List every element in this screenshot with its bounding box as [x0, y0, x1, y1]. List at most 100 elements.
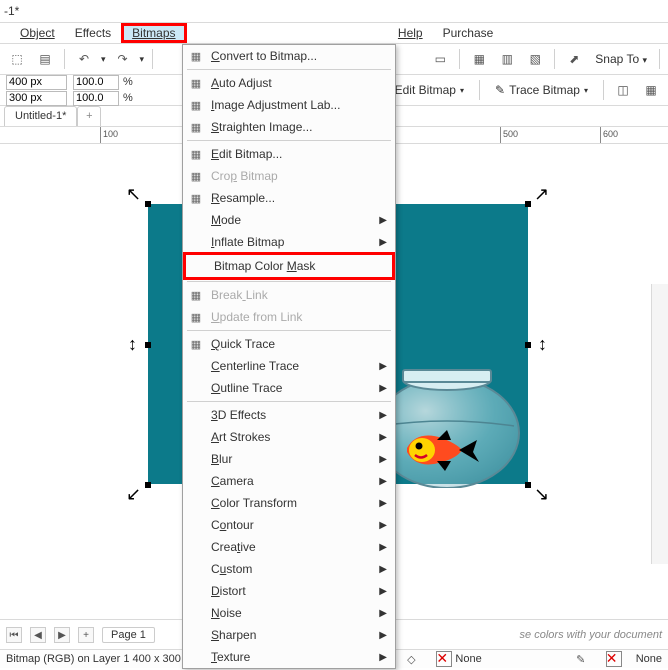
selection-handle[interactable]: [145, 342, 151, 348]
menu-item-icon: [190, 258, 208, 274]
page-add-icon[interactable]: +: [78, 627, 94, 643]
page-tab[interactable]: Page 1: [102, 627, 155, 643]
menu-item-auto-adjust[interactable]: ▦Auto Adjust: [183, 72, 395, 94]
menu-item-label: Quick Trace: [211, 337, 275, 351]
submenu-arrow-icon: ▶: [379, 432, 387, 443]
menu-item-distort[interactable]: Distort▶: [183, 580, 395, 602]
menu-item-image-adjustment-lab[interactable]: ▦Image Adjustment Lab...: [183, 94, 395, 116]
resample-icon[interactable]: ▦: [640, 79, 662, 101]
menu-item-bitmap-color-mask[interactable]: Bitmap Color Mask: [183, 252, 395, 280]
title-bar: -1*: [0, 0, 668, 23]
menu-item-3d-effects[interactable]: 3D Effects▶: [183, 404, 395, 426]
separator: [459, 49, 460, 69]
menu-item-sharpen[interactable]: Sharpen▶: [183, 624, 395, 646]
menu-item-quick-trace[interactable]: ▦Quick Trace: [183, 333, 395, 355]
menu-item-icon: [187, 605, 205, 621]
submenu-arrow-icon: ▶: [379, 454, 387, 465]
snap-to-dropdown[interactable]: Snap To ▾: [591, 52, 651, 66]
submenu-arrow-icon: ▶: [379, 652, 387, 663]
scale-arrow[interactable]: ↖: [126, 184, 141, 205]
trace-bitmap-button[interactable]: ✎ Trace Bitmap ▾: [488, 80, 595, 100]
menu-separator: [187, 69, 391, 70]
scale-arrow[interactable]: ↙: [126, 484, 141, 505]
submenu-arrow-icon: ▶: [379, 520, 387, 531]
menu-item-creative[interactable]: Creative▶: [183, 536, 395, 558]
guides-icon[interactable]: ▥: [496, 48, 518, 70]
menu-item-art-strokes[interactable]: Art Strokes▶: [183, 426, 395, 448]
redo-icon[interactable]: ↷: [112, 48, 134, 70]
menu-item-edit-bitmap[interactable]: ▦Edit Bitmap...: [183, 143, 395, 165]
menu-item-contour[interactable]: Contour▶: [183, 514, 395, 536]
menu-separator: [187, 281, 391, 282]
menu-item-label: Image Adjustment Lab...: [211, 98, 340, 112]
menu-item-straighten-image[interactable]: ▦Straighten Image...: [183, 116, 395, 138]
menu-item-convert-to-bitmap[interactable]: ▦Convert to Bitmap...: [183, 45, 395, 67]
menu-effects[interactable]: Effects: [65, 23, 121, 43]
submenu-arrow-icon: ▶: [379, 630, 387, 641]
scale-arrow[interactable]: ↘: [534, 484, 549, 505]
export-icon[interactable]: ▤: [34, 48, 56, 70]
selection-handle[interactable]: [525, 201, 531, 207]
menu-object[interactable]: Object: [10, 23, 65, 43]
docker-panel[interactable]: [651, 284, 668, 564]
scale-arrow[interactable]: ↕: [128, 334, 137, 355]
scale-y-input[interactable]: [73, 91, 119, 106]
no-outline-icon: ✕: [606, 651, 622, 667]
menu-item-mode[interactable]: Mode▶: [183, 209, 395, 231]
menu-item-icon: [187, 429, 205, 445]
edit-bitmap-label: Edit Bitmap: [395, 83, 456, 97]
menu-item-icon: ▦: [187, 146, 205, 162]
menu-item-icon: [187, 473, 205, 489]
menu-item-icon: [187, 583, 205, 599]
menu-item-icon: ▦: [187, 287, 205, 303]
page-icon[interactable]: ▭: [429, 48, 451, 70]
color-hint: se colors with your document: [520, 629, 662, 641]
menu-item-icon: [187, 380, 205, 396]
submenu-arrow-icon: ▶: [379, 383, 387, 394]
snap-grid-icon[interactable]: ▧: [524, 48, 546, 70]
menu-item-centerline-trace[interactable]: Centerline Trace▶: [183, 355, 395, 377]
selection-handle[interactable]: [525, 482, 531, 488]
no-fill-icon: ✕: [436, 651, 452, 667]
menu-item-blur[interactable]: Blur▶: [183, 448, 395, 470]
menu-purchase[interactable]: Purchase: [433, 23, 504, 43]
selection-handle[interactable]: [145, 201, 151, 207]
scale-arrow[interactable]: ↕: [538, 334, 547, 355]
snap-icon[interactable]: ⬈: [563, 48, 585, 70]
object-scale-inputs: % %: [73, 75, 133, 106]
submenu-arrow-icon: ▶: [379, 586, 387, 597]
selection-handle[interactable]: [525, 342, 531, 348]
document-tab[interactable]: Untitled-1*: [4, 106, 77, 126]
scale-arrow[interactable]: ↗: [534, 184, 549, 205]
page-prev-icon[interactable]: ◀: [30, 627, 46, 643]
menu-item-camera[interactable]: Camera▶: [183, 470, 395, 492]
pct-label: %: [123, 92, 133, 104]
menu-bitmaps[interactable]: Bitmaps: [121, 23, 186, 43]
page-first-icon[interactable]: ⏮: [6, 627, 22, 643]
grid-icon[interactable]: ▦: [468, 48, 490, 70]
menu-help[interactable]: Help: [388, 23, 433, 43]
ruler-mark: 600: [603, 129, 618, 139]
fill-swatch-icon[interactable]: ◇: [400, 648, 422, 670]
outline-swatch-icon[interactable]: ✎: [570, 648, 592, 670]
menu-separator: [187, 330, 391, 331]
menu-item-texture[interactable]: Texture▶: [183, 646, 395, 668]
undo-icon[interactable]: ↶: [73, 48, 95, 70]
import-icon[interactable]: ⬚: [6, 48, 28, 70]
menu-item-color-transform[interactable]: Color Transform▶: [183, 492, 395, 514]
crop-icon[interactable]: ◫: [612, 79, 634, 101]
menu-item-outline-trace[interactable]: Outline Trace▶: [183, 377, 395, 399]
menu-item-noise[interactable]: Noise▶: [183, 602, 395, 624]
menu-item-custom[interactable]: Custom▶: [183, 558, 395, 580]
menu-separator: [187, 401, 391, 402]
height-input[interactable]: [6, 91, 67, 106]
menu-item-resample[interactable]: ▦Resample...: [183, 187, 395, 209]
scale-x-input[interactable]: [73, 75, 119, 90]
new-document-tab[interactable]: +: [77, 106, 101, 126]
menu-item-icon: ▦: [187, 190, 205, 206]
page-next-icon[interactable]: ▶: [54, 627, 70, 643]
width-input[interactable]: [6, 75, 67, 90]
menu-item-icon: ▦: [187, 309, 205, 325]
menu-item-inflate-bitmap[interactable]: Inflate Bitmap▶: [183, 231, 395, 253]
selection-handle[interactable]: [145, 482, 151, 488]
